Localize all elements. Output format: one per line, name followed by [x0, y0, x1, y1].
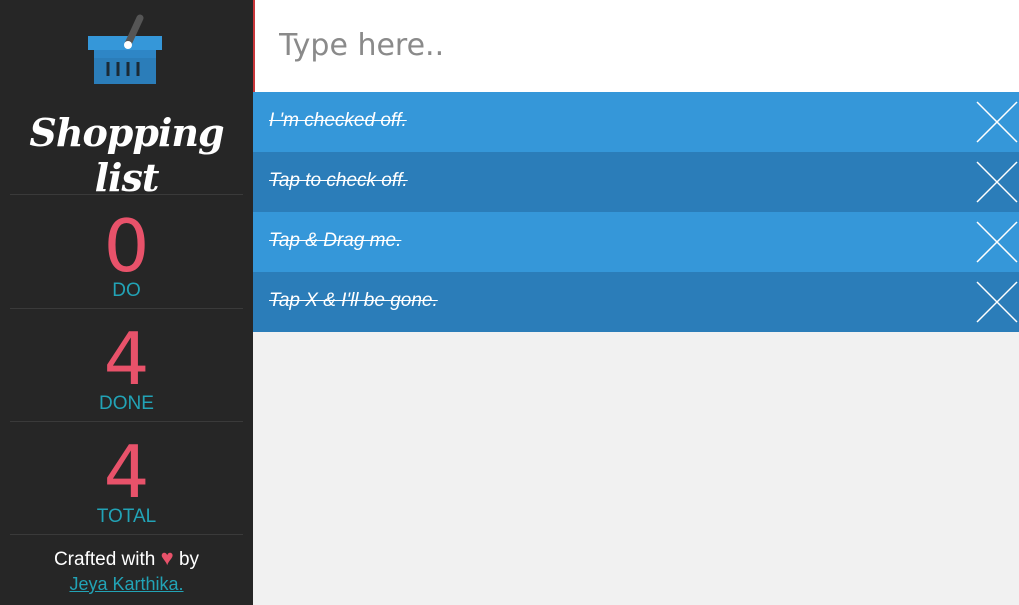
list-item[interactable]: Tap & Drag me.: [253, 212, 1019, 272]
list-item[interactable]: I 'm checked off.: [253, 92, 1019, 152]
close-icon[interactable]: [975, 220, 1019, 264]
stat-do: 0 DO: [0, 210, 253, 302]
list-item-text[interactable]: Tap X & I'll be gone.: [269, 290, 438, 312]
footer-crafted-text: Crafted with: [53, 549, 156, 570]
new-item-input[interactable]: [279, 22, 979, 68]
close-icon[interactable]: [975, 160, 1019, 204]
basket-icon: [88, 14, 162, 84]
list-item[interactable]: Tap X & I'll be gone.: [253, 272, 1019, 332]
close-icon[interactable]: [975, 100, 1019, 144]
divider: [10, 308, 243, 309]
stat-done: 4 DONE: [0, 323, 253, 415]
footer-by-text: by: [178, 549, 200, 570]
list-item-text[interactable]: Tap & Drag me.: [269, 230, 401, 252]
sidebar: Shopping list 0 DO 4 DONE 4 TOTAL Crafte…: [0, 0, 253, 605]
list-item[interactable]: Tap to check off.: [253, 152, 1019, 212]
app-title: Shopping list: [29, 110, 224, 200]
new-item-bar: [253, 0, 1019, 92]
stat-do-label: DO: [112, 280, 141, 301]
list-item-text[interactable]: Tap to check off.: [269, 170, 408, 192]
stat-done-count: 4: [103, 317, 150, 401]
close-icon[interactable]: [975, 280, 1019, 324]
stat-do-count: 0: [103, 204, 150, 288]
stat-total-label: TOTAL: [96, 506, 157, 527]
heart-icon: ♥: [160, 545, 174, 570]
stat-done-label: DONE: [99, 393, 154, 414]
divider: [10, 194, 243, 195]
stat-total: 4 TOTAL: [0, 436, 253, 528]
divider: [10, 421, 243, 422]
shopping-list: I 'm checked off. Tap to check off. Tap …: [253, 92, 1019, 332]
author-link[interactable]: Jeya Karthika.: [69, 574, 183, 594]
list-item-text[interactable]: I 'm checked off.: [269, 110, 407, 132]
stat-total-count: 4: [103, 430, 150, 514]
footer-credit: Crafted with ♥ by Jeya Karthika.: [0, 546, 253, 597]
divider: [10, 534, 243, 535]
